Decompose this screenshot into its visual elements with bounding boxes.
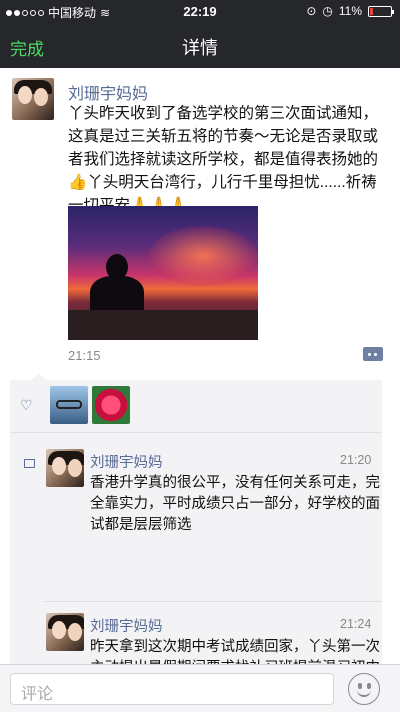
comment-time: 21:24 [340,617,372,631]
lock-rotation-icon: ⊙ [306,4,317,18]
page-title: 详情 [182,38,218,58]
moment-detail: 刘珊宇妈妈 丫头昨天收到了备选学校的第三次面试通知，这真是过三关斩五将的节奏～无… [0,68,400,664]
post-author-avatar[interactable] [12,78,54,120]
battery-icon [368,5,394,17]
status-bar: 中国移动 ≋ 22:19 ⊙ ◷ 11% [0,0,400,22]
comment-text: 昨天拿到这次期中考试成绩回家，丫头第一次主动提出暑假期间要求找补习班提前温习初中… [90,639,380,664]
comment-avatar[interactable] [46,613,84,651]
divider [44,601,382,602]
comment-time: 21:20 [340,453,372,467]
comment-author[interactable]: 刘珊宇妈妈 [90,451,163,472]
comment-input-bar: 评论 [0,664,400,712]
comment-author[interactable]: 刘珊宇妈妈 [90,615,163,636]
liker-avatar[interactable] [50,386,88,424]
comment-avatar[interactable] [46,449,84,487]
comment-text: 香港升学真的很公平，没有任何关系可走，完全靠实力，平时成绩只占一部分，好学校的面… [90,475,380,533]
post-time: 21:15 [68,348,101,363]
comment-more-icon[interactable] [363,347,383,361]
alarm-icon: ◷ [322,4,333,18]
battery-label: 11% [338,4,362,18]
post-author-name[interactable]: 刘珊宇妈妈 [68,80,148,104]
status-right: ⊙ ◷ 11% [306,4,394,18]
nav-bar: 完成 详情 [0,22,400,68]
comments-section: 刘珊宇妈妈 21:20 香港升学真的很公平，没有任何关系可走，完全靠实力，平时成… [10,432,382,664]
liker-avatar[interactable] [92,386,130,424]
post-text: 丫头昨天收到了备选学校的第三次面试通知，这真是过三关斩五将的节奏～无论是否录取或… [68,105,379,214]
comment-icon [24,459,35,468]
likes-section: ♡ [10,373,382,432]
heart-icon: ♡ [20,397,33,413]
comment-input[interactable]: 评论 [10,673,334,705]
emoji-icon[interactable] [348,673,380,705]
post-photo[interactable] [68,206,258,340]
